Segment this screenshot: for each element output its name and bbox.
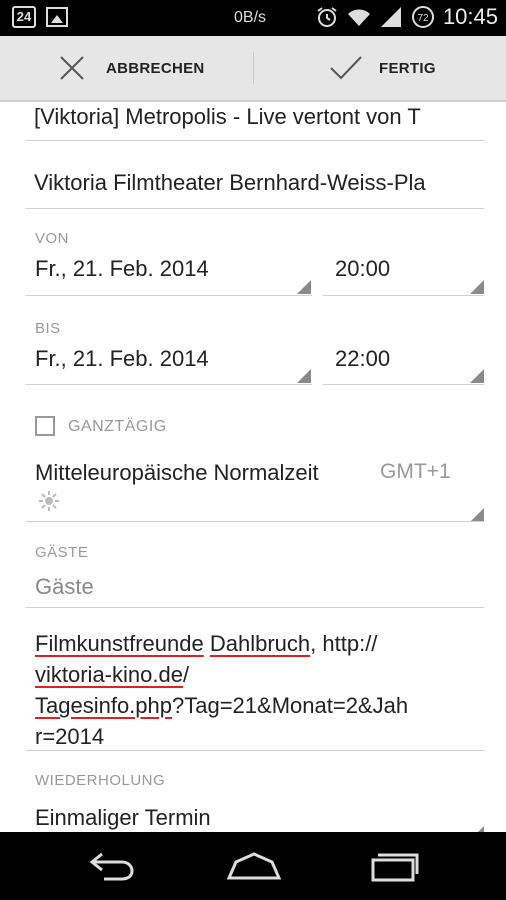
image-notification-icon (46, 7, 68, 27)
from-date-underline (26, 295, 312, 296)
check-icon (330, 56, 362, 80)
calendar-notification-icon: 24 (12, 6, 36, 28)
alarm-icon (317, 7, 337, 27)
timezone-offset: GMT+1 (380, 460, 451, 483)
guests-underline (26, 607, 484, 608)
svg-text:72: 72 (417, 13, 429, 24)
from-time-spinner[interactable]: 20:00 (335, 256, 390, 282)
to-date-dropdown-indicator (297, 369, 311, 383)
to-label: BIS (35, 320, 61, 337)
from-date-dropdown-indicator (297, 280, 311, 294)
description-line-2: viktoria-kino.de/ (35, 659, 480, 690)
clock: 10:45 (442, 4, 498, 29)
timezone-underline (26, 521, 484, 522)
signal-icon (380, 7, 401, 27)
home-icon[interactable] (226, 850, 282, 882)
description-text: ?Tag=21&Monat=2&Jah (172, 693, 409, 718)
timezone-spinner[interactable]: Mitteleuropäische Normalzeit GMT+1 (26, 454, 484, 522)
description-line-3: Tagesinfo.php?Tag=21&Monat=2&Jah (35, 690, 480, 721)
guests-input[interactable]: Gäste (35, 574, 94, 600)
from-time-underline (323, 295, 484, 296)
from-label: VON (35, 230, 70, 247)
done-label: FERTIG (379, 59, 436, 77)
action-bar-divider (253, 52, 254, 84)
recent-apps-icon[interactable] (370, 850, 420, 882)
title-underline (26, 140, 484, 141)
spellcheck-word: Filmkunstfreunde (35, 631, 204, 656)
spellcheck-word: Dahlbruch (209, 631, 311, 656)
to-time-underline (323, 384, 484, 385)
description-text: , http:// (310, 631, 378, 656)
all-day-label: GANZTÄGIG (68, 418, 167, 435)
done-button[interactable]: FERTIG (255, 36, 506, 100)
all-day-checkbox[interactable] (35, 416, 55, 436)
from-time-dropdown-indicator (470, 280, 484, 294)
cancel-button[interactable]: ABBRECHEN (0, 36, 253, 100)
title-field[interactable]: [Viktoria] Metropolis - Live vertont von… (26, 102, 484, 142)
from-date-spinner[interactable]: Fr., 21. Feb. 2014 (35, 256, 209, 282)
title-text: [Viktoria] Metropolis - Live vertont von… (34, 104, 421, 129)
timezone-dropdown-indicator (470, 508, 484, 522)
wifi-icon (347, 9, 370, 26)
to-time-dropdown-indicator (470, 369, 484, 383)
location-field[interactable]: Viktoria Filmtheater Bernhard-Weiss-Pla (26, 168, 484, 208)
spellcheck-word: viktoria-kino.de (35, 662, 183, 687)
navigation-bar (0, 832, 506, 900)
description-text: / (182, 662, 190, 687)
back-icon[interactable] (88, 850, 136, 882)
to-date-underline (26, 384, 312, 385)
description-line-4: r=2014 (35, 724, 105, 749)
cancel-label: ABBRECHEN (106, 59, 205, 77)
location-text: Viktoria Filmtheater Bernhard-Weiss-Pla (34, 170, 426, 195)
description-input[interactable]: Filmkunstfreunde Dahlbruch, http:// vikt… (35, 628, 480, 752)
guests-label: GÄSTE (35, 544, 89, 561)
event-form: [Viktoria] Metropolis - Live vertont von… (0, 102, 506, 832)
to-time-spinner[interactable]: 22:00 (335, 346, 390, 372)
close-icon (60, 56, 84, 80)
repeat-spinner[interactable]: Einmaliger Termin (35, 805, 211, 831)
sun-icon (39, 491, 59, 511)
description-line-1: Filmkunstfreunde Dahlbruch, http:// (35, 628, 480, 659)
timezone-name: Mitteleuropäische Normalzeit (35, 460, 319, 485)
spellcheck-word: Tagesinfo.php (35, 693, 172, 718)
battery-icon: 72 (411, 6, 434, 28)
repeat-label: WIEDERHOLUNG (35, 772, 166, 789)
status-bar: 24 0B/s 72 10:45 (0, 0, 506, 36)
net-speed: 0B/s (234, 9, 267, 26)
action-bar: ABBRECHEN FERTIG (0, 36, 506, 102)
description-underline (26, 750, 484, 751)
location-underline (26, 208, 484, 209)
to-date-spinner[interactable]: Fr., 21. Feb. 2014 (35, 346, 209, 372)
